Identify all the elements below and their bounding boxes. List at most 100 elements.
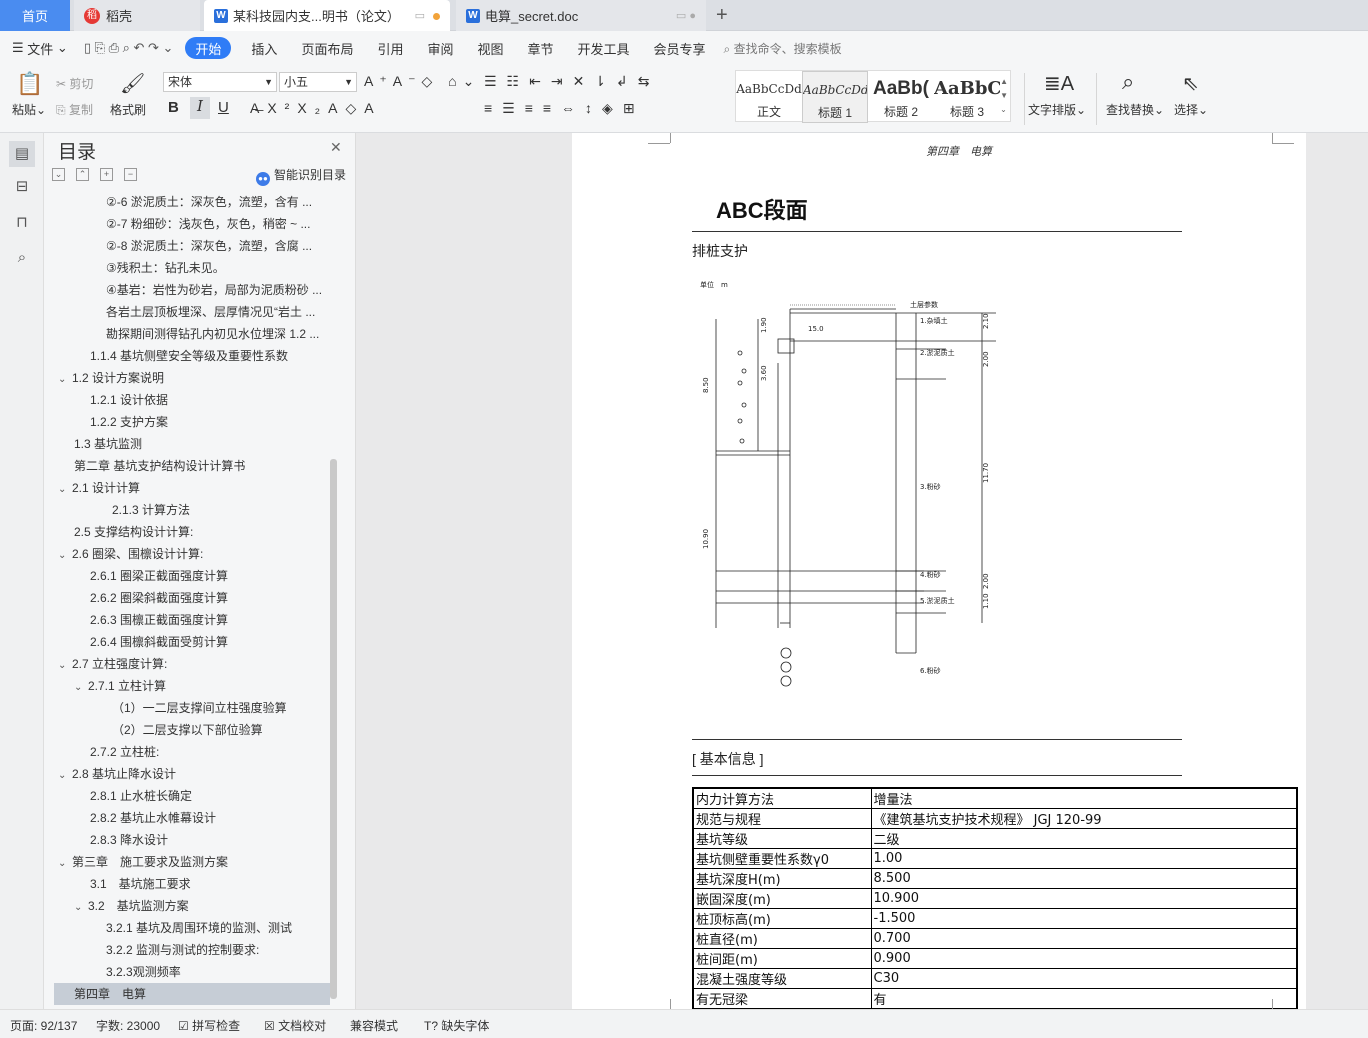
missing-fonts-button[interactable]: T? 缺失字体 (424, 1017, 489, 1034)
tab-document-active[interactable]: W 某科技园内支...明书（论文） ▭ (204, 0, 450, 31)
toc-item[interactable]: 3.2.3观测频率 (54, 961, 330, 983)
paste-button[interactable]: 粘贴⌄ (12, 101, 46, 118)
spell-check-button[interactable]: ☑ 拼写检查 (178, 1017, 240, 1034)
tab-daoke[interactable]: 稻稻壳 (74, 0, 200, 31)
toc-item[interactable]: 3.1 基坑施工要求 (54, 873, 330, 895)
tab-start[interactable]: 开始 (185, 37, 232, 59)
text-effects-row[interactable]: A̶X²X₂A◇A (250, 100, 382, 117)
toc-item[interactable]: 2.8.3 降水设计 (54, 829, 330, 851)
paragraph-tools-row-2[interactable]: ≡☰≡≡⇔↕◈⊞ (484, 100, 645, 117)
toc-item[interactable]: ⌄ 第三章 施工要求及监测方案 (54, 851, 330, 873)
toc-item[interactable]: 2.5 支撑结构设计计算: (54, 521, 330, 543)
smart-toc-button[interactable]: ●● 智能识别目录 (256, 166, 346, 186)
new-tab-button[interactable]: + (716, 4, 728, 27)
toc-item[interactable]: 2.6.3 围檩正截面强度计算 (54, 609, 330, 631)
toc-item[interactable]: 各岩土层顶板埋深、层厚情况见“岩土 ... (54, 301, 330, 323)
chevron-down-icon[interactable]: ⌄ (58, 545, 72, 565)
bookmark-icon[interactable]: ⊓ (12, 213, 32, 233)
toc-item[interactable]: 2.6.1 圈梁正截面强度计算 (54, 565, 330, 587)
tab-chapter[interactable]: 章节 (516, 31, 566, 65)
toc-item[interactable]: ②-7 粉细砂：浅灰色，灰色，稍密 ~ ... (54, 213, 330, 235)
page-count[interactable]: 页面: 92/137 (10, 1017, 77, 1034)
underline-button[interactable]: U (218, 99, 229, 116)
add-level-icon[interactable]: + (100, 168, 113, 181)
toc-item[interactable]: 2.6.4 围檩斜截面受剪计算 (54, 631, 330, 653)
toc-view-icon[interactable]: ▤ (9, 141, 35, 167)
tab-page-layout[interactable]: 页面布局 (289, 31, 365, 65)
toc-item[interactable]: ②-8 淤泥质土：深灰色，流塑，含腐 ... (54, 235, 330, 257)
toc-item[interactable]: 1.2.2 支护方案 (54, 411, 330, 433)
toc-item[interactable]: ⌄ 2.1 设计计算 (54, 477, 330, 499)
toc-item[interactable]: ③残积土：钻孔未见。 (54, 257, 330, 279)
toc-scrollbar[interactable] (330, 459, 337, 999)
toc-item[interactable]: 1.3 基坑监测 (54, 433, 330, 455)
tab-document-2[interactable]: W 电算_secret.doc ▭ ● (456, 0, 706, 31)
font-size-select[interactable]: 小五 ▼ (279, 72, 357, 92)
toc-item[interactable]: ⌄ 2.7 立柱强度计算: (54, 653, 330, 675)
toc-item[interactable]: 1.1.4 基坑侧壁安全等级及重要性系数 (54, 345, 330, 367)
collapse-all-icon[interactable]: ⌄ (52, 168, 65, 181)
toc-item[interactable]: 2.8.2 基坑止水帷幕设计 (54, 807, 330, 829)
tab-reference[interactable]: 引用 (365, 31, 415, 65)
toc-item[interactable]: ⌄ 2.6 圈梁、围檩设计计算: (54, 543, 330, 565)
bold-button[interactable]: B (168, 99, 179, 116)
file-menu[interactable]: ☰ 文件 ⌄ (0, 31, 80, 65)
tab-controls[interactable]: ▭ (415, 9, 440, 22)
tab-insert[interactable]: 插入 (239, 31, 289, 65)
tab-review[interactable]: 审阅 (415, 31, 465, 65)
toc-item[interactable]: 第四章 电算 (54, 983, 330, 1005)
style-heading-3[interactable]: AaBbC 标题 3 (934, 71, 1000, 123)
toc-item[interactable]: 3.2.2 监测与测试的控制要求: (54, 939, 330, 961)
outline-icon[interactable]: ⊟ (12, 177, 32, 197)
toc-item[interactable]: 勘探期间测得钻孔内初见水位埋深 1.2 ... (54, 323, 330, 345)
toc-item[interactable]: 2.1.3 计算方法 (54, 499, 330, 521)
toc-item[interactable]: ②-6 淤泥质土：深灰色，流塑，含有 ... (54, 191, 330, 213)
chevron-down-icon[interactable]: ⌄ (74, 677, 88, 697)
select-button[interactable]: 选择⌄ (1174, 101, 1208, 118)
tab-view[interactable]: 视图 (465, 31, 515, 65)
tab-member[interactable]: 会员专享 (642, 31, 718, 65)
chevron-down-icon[interactable]: ⌄ (58, 655, 72, 675)
tab-developer[interactable]: 开发工具 (566, 31, 642, 65)
remove-level-icon[interactable]: − (124, 168, 137, 181)
proofread-button[interactable]: ☒ 文档校对 (264, 1017, 326, 1034)
find-replace-button[interactable]: 查找替换⌄ (1106, 101, 1164, 118)
chevron-down-icon[interactable]: ⌄ (58, 369, 72, 389)
toc-item[interactable]: 2.7.2 立柱桩: (54, 741, 330, 763)
toc-item[interactable]: 2.8.1 止水桩长确定 (54, 785, 330, 807)
cut-button[interactable]: ✂ 剪切 (56, 75, 93, 92)
font-tools-row[interactable]: A⁺A⁻◇ ⌂⌄ (364, 73, 480, 90)
font-family-select[interactable]: 宋体 ▼ (163, 72, 277, 92)
copy-button[interactable]: ⎘ 复制 (56, 101, 93, 118)
word-count[interactable]: 字数: 23000 (96, 1017, 160, 1034)
toc-item[interactable]: ⌄ 2.8 基坑止降水设计 (54, 763, 330, 785)
tab-controls[interactable]: ▭ ● (676, 9, 696, 22)
command-search[interactable]: ⌕ 查找命令、搜索模板 (724, 40, 842, 57)
toc-item[interactable]: 第二章 基坑支护结构设计计算书 (54, 455, 330, 477)
italic-button[interactable]: I (190, 97, 210, 119)
chevron-down-icon[interactable]: ⌄ (58, 479, 72, 499)
chevron-down-icon[interactable]: ⌄ (58, 853, 72, 873)
toc-item[interactable]: 3.2.1 基坑及周围环境的监测、测试 (54, 917, 330, 939)
toc-item[interactable]: ⌄ 1.2 设计方案说明 (54, 367, 330, 389)
quick-access-icons[interactable]: ▯ ⎘ ⎙ ⌕ ↶ ↷ ⌄ (80, 31, 178, 65)
toc-item[interactable]: ⌄ 2.7.1 立柱计算 (54, 675, 330, 697)
style-heading-2[interactable]: AaBb(标题 2 (868, 71, 934, 123)
chevron-down-icon[interactable]: ⌄ (74, 897, 88, 917)
styles-scroll-icon[interactable]: ▲ ▼ ⌄ (1000, 75, 1008, 117)
tab-home[interactable]: 首页 (0, 0, 70, 31)
paragraph-tools-row-1[interactable]: ☰☷⇤⇥✕⇂↲⇆ (484, 73, 659, 90)
style-heading-1[interactable]: AaBbCcDd 标题 1 (802, 71, 868, 123)
compat-mode[interactable]: 兼容模式 (350, 1017, 398, 1034)
toc-item[interactable]: （1）一二层支撑间立柱强度验算 (54, 697, 330, 719)
format-painter-button[interactable]: 格式刷 (110, 101, 146, 118)
text-layout-button[interactable]: 文字排版⌄ (1028, 101, 1086, 118)
toc-item[interactable]: （2）二层支撑以下部位验算 (54, 719, 330, 741)
toc-item[interactable]: ④基岩：岩性为砂岩，局部为泥质粉砂 ... (54, 279, 330, 301)
search-icon[interactable]: ⌕ (12, 249, 32, 269)
expand-up-icon[interactable]: ⌃ (76, 168, 89, 181)
chevron-down-icon[interactable]: ⌄ (58, 765, 72, 785)
close-icon[interactable]: ✕ (330, 139, 342, 156)
toc-item[interactable]: ⌄ 3.2 基坑监测方案 (54, 895, 330, 917)
toc-item[interactable]: 1.2.1 设计依据 (54, 389, 330, 411)
